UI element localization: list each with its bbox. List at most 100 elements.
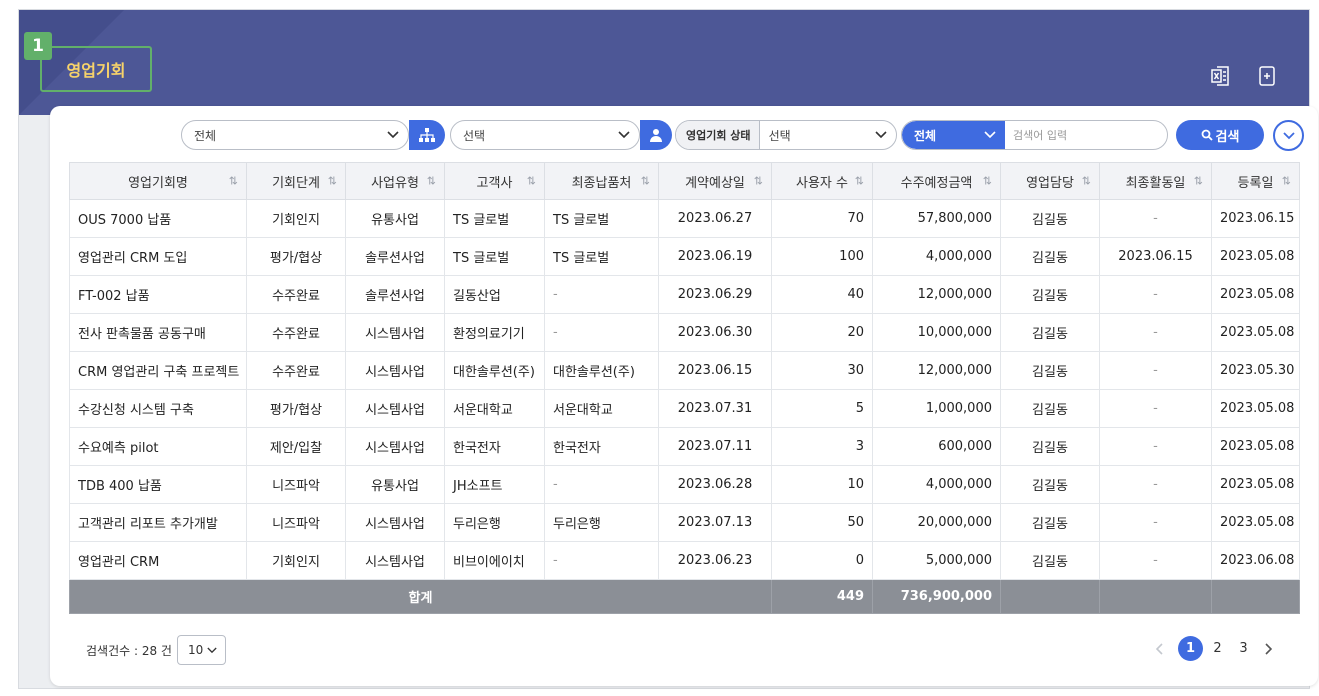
sort-icon[interactable]: ⇅ — [641, 175, 650, 188]
table-cell: - — [1099, 389, 1212, 428]
sort-icon[interactable]: ⇅ — [983, 175, 992, 188]
column-header[interactable]: 고객사 ⇅ — [444, 162, 545, 200]
table-row[interactable]: 영업관리 CRM 기회인지 시스템사업 비브이에이치 -2023.06.23 0 5,000… — [69, 541, 1300, 580]
column-header[interactable]: 사업유형 ⇅ — [345, 162, 445, 200]
table-row[interactable]: 수강신청 시스템 구축 평가/협상 시스템사업 서운대학교 서운대학교 2023.07.3… — [69, 389, 1300, 428]
table-cell[interactable]: TDB 400 납품 — [69, 465, 247, 504]
table-cell[interactable]: 수요예측 pilot — [69, 427, 247, 466]
table-header-row: 영업기회명 ⇅ 기회단계 ⇅ 사업유형 ⇅ 고객사 ⇅ 최종납품처 ⇅ 계약예상일 ⇅ 사용자 수 ⇅ 수주… — [69, 162, 1300, 200]
table-row[interactable]: FT-002 납품 수주완료 솔루션사업 길동산업 -2023.06.29 40 12,00… — [69, 275, 1300, 314]
column-header[interactable]: 기회단계 ⇅ — [246, 162, 346, 200]
table-cell: 10 — [771, 465, 873, 504]
column-header[interactable]: 최종활동일 ⇅ — [1099, 162, 1212, 200]
table-cell: 평가/협상 — [246, 389, 346, 428]
table-cell[interactable]: CRM 영업관리 구축 프로젝트 — [69, 351, 247, 390]
table-cell: 2023.06.15 — [658, 351, 772, 390]
table-cell: 40 — [771, 275, 873, 314]
table-cell[interactable]: 영업관리 CRM — [69, 541, 247, 580]
sort-icon[interactable]: ⇅ — [1282, 175, 1291, 188]
person-picker-button[interactable] — [640, 120, 672, 150]
chevron-down-icon — [1282, 131, 1295, 139]
table-cell: 길동산업 — [444, 275, 545, 314]
table-cell: - — [544, 541, 659, 580]
table-cell[interactable]: 수강신청 시스템 구축 — [69, 389, 247, 428]
column-header[interactable]: 등록일 ⇅ — [1211, 162, 1300, 200]
sort-icon[interactable]: ⇅ — [427, 175, 436, 188]
table-cell: 김길동 — [1000, 351, 1100, 390]
expand-filters-button[interactable] — [1273, 120, 1304, 151]
page-number-button[interactable]: 3 — [1231, 636, 1256, 661]
column-header[interactable]: 수주예정금액 ⇅ — [872, 162, 1001, 200]
search-scope-value: 전체 — [914, 128, 937, 143]
column-header[interactable]: 사용자 수 ⇅ — [771, 162, 873, 200]
table-cell: 2023.06.08 — [1211, 541, 1300, 580]
org-tree-button[interactable] — [409, 120, 445, 150]
column-header[interactable]: 영업담당 ⇅ — [1000, 162, 1100, 200]
table-cell: 2023.06.23 — [658, 541, 772, 580]
table-cell: - — [1099, 275, 1212, 314]
column-header[interactable]: 계약예상일 ⇅ — [658, 162, 772, 200]
table-cell: - — [1099, 503, 1212, 542]
org-select-value: 전체 — [194, 128, 217, 143]
person-select[interactable]: 선택 — [450, 120, 640, 150]
table-cell: 김길동 — [1000, 541, 1100, 580]
column-header-label: 기회단계 — [272, 175, 320, 191]
page-number-button[interactable]: 1 — [1178, 636, 1203, 661]
chevron-left-icon — [1156, 642, 1163, 655]
sort-icon[interactable]: ⇅ — [754, 175, 763, 188]
column-header[interactable]: 영업기회명 ⇅ — [69, 162, 247, 200]
excel-export-icon[interactable] — [1210, 64, 1232, 88]
table-cell[interactable]: 전사 판촉물품 공동구매 — [69, 313, 247, 352]
page-number-button[interactable]: 2 — [1205, 636, 1230, 661]
column-header-label: 영업기회명 — [128, 175, 188, 191]
total-label: 합계 — [69, 579, 772, 614]
chevron-down-icon — [981, 126, 999, 144]
table-row[interactable]: CRM 영업관리 구축 프로젝트 수주완료 시스템사업 대한솔루션(주) 대한솔루션(주… — [69, 351, 1300, 390]
sort-icon[interactable]: ⇅ — [328, 175, 337, 188]
prev-page-button[interactable] — [1152, 636, 1168, 661]
table-body: OUS 7000 납품 기회인지 유통사업 TS 글로벌 TS 글로벌 2023.06.2… — [69, 199, 1300, 580]
user-icon — [650, 129, 662, 142]
table-cell: 김길동 — [1000, 427, 1100, 466]
table-cell: TS 글로벌 — [544, 199, 659, 238]
table-row[interactable]: 전사 판촉물품 공동구매 수주완료 시스템사업 환정의료기기 -2023.06.30 20… — [69, 313, 1300, 352]
column-header[interactable]: 최종납품처 ⇅ — [544, 162, 659, 200]
table-cell: 한국전자 — [544, 427, 659, 466]
org-select[interactable]: 전체 — [181, 120, 409, 150]
status-filter-label: 영업기회 상태 — [676, 121, 760, 149]
table-cell: 서운대학교 — [544, 389, 659, 428]
sort-icon[interactable]: ⇅ — [1194, 175, 1203, 188]
table-row[interactable]: 고객관리 리포트 추가개발 니즈파악 시스템사업 두리은행 두리은행 2023.07.13… — [69, 503, 1300, 542]
page-size-select[interactable]: 10 — [177, 635, 226, 665]
table-row[interactable]: OUS 7000 납품 기회인지 유통사업 TS 글로벌 TS 글로벌 2023.06.2… — [69, 199, 1300, 238]
table-cell[interactable]: 영업관리 CRM 도입 — [69, 237, 247, 276]
table-row[interactable]: TDB 400 납품 니즈파악 유통사업 JH소프트 -2023.06.28 10 4,00… — [69, 465, 1300, 504]
add-document-icon[interactable] — [1256, 64, 1278, 88]
table-cell: 2023.06.27 — [658, 199, 772, 238]
sort-icon[interactable]: ⇅ — [229, 175, 238, 188]
table-cell: 2023.06.15 — [1099, 237, 1212, 276]
total-users: 449 — [771, 579, 873, 614]
table-cell[interactable]: 고객관리 리포트 추가개발 — [69, 503, 247, 542]
table-row[interactable]: 영업관리 CRM 도입 평가/협상 솔루션사업 TS 글로벌 TS 글로벌 2023.06… — [69, 237, 1300, 276]
sort-icon[interactable]: ⇅ — [855, 175, 864, 188]
table-cell: 기회인지 — [246, 199, 346, 238]
table-cell: 2023.06.28 — [658, 465, 772, 504]
opportunity-table: 영업기회명 ⇅ 기회단계 ⇅ 사업유형 ⇅ 고객사 ⇅ 최종납품처 ⇅ 계약예상일 ⇅ 사용자 수 ⇅ 수주… — [69, 162, 1300, 614]
table-cell: 김길동 — [1000, 465, 1100, 504]
search-scope-select[interactable]: 전체 — [902, 121, 1005, 149]
next-page-button[interactable] — [1260, 636, 1276, 661]
total-empty-cell — [1000, 579, 1100, 614]
search-button[interactable]: 검색 — [1176, 120, 1264, 150]
search-input[interactable] — [1005, 121, 1167, 149]
sort-icon[interactable]: ⇅ — [527, 175, 536, 188]
sort-icon[interactable]: ⇅ — [1082, 175, 1091, 188]
table-row[interactable]: 수요예측 pilot 제안/입찰 시스템사업 한국전자 한국전자 2023.07.11 3 6… — [69, 427, 1300, 466]
table-cell: 2023.07.31 — [658, 389, 772, 428]
table-cell: - — [544, 313, 659, 352]
table-cell[interactable]: OUS 7000 납품 — [69, 199, 247, 238]
status-filter[interactable]: 영업기회 상태 선택 — [675, 120, 897, 150]
table-cell: 12,000,000 — [872, 275, 1001, 314]
table-cell[interactable]: FT-002 납품 — [69, 275, 247, 314]
table-cell: 김길동 — [1000, 503, 1100, 542]
